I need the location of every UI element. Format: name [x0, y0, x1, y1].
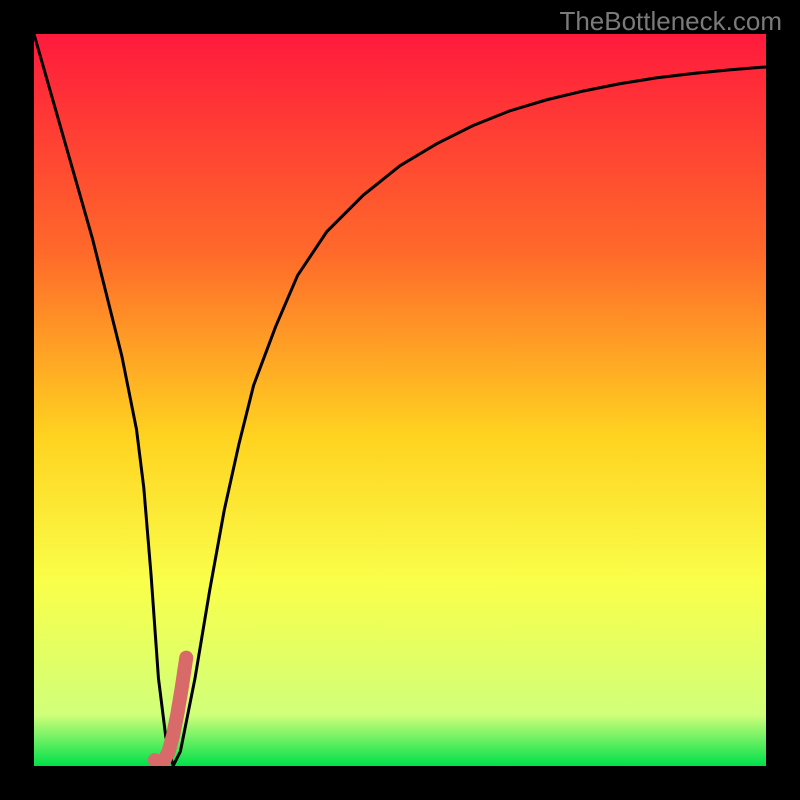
- gradient-background: [34, 34, 766, 766]
- plot-area: [34, 34, 766, 766]
- chart-container: TheBottleneck.com: [0, 0, 800, 800]
- chart-svg: [34, 34, 766, 766]
- watermark-text: TheBottleneck.com: [559, 6, 782, 37]
